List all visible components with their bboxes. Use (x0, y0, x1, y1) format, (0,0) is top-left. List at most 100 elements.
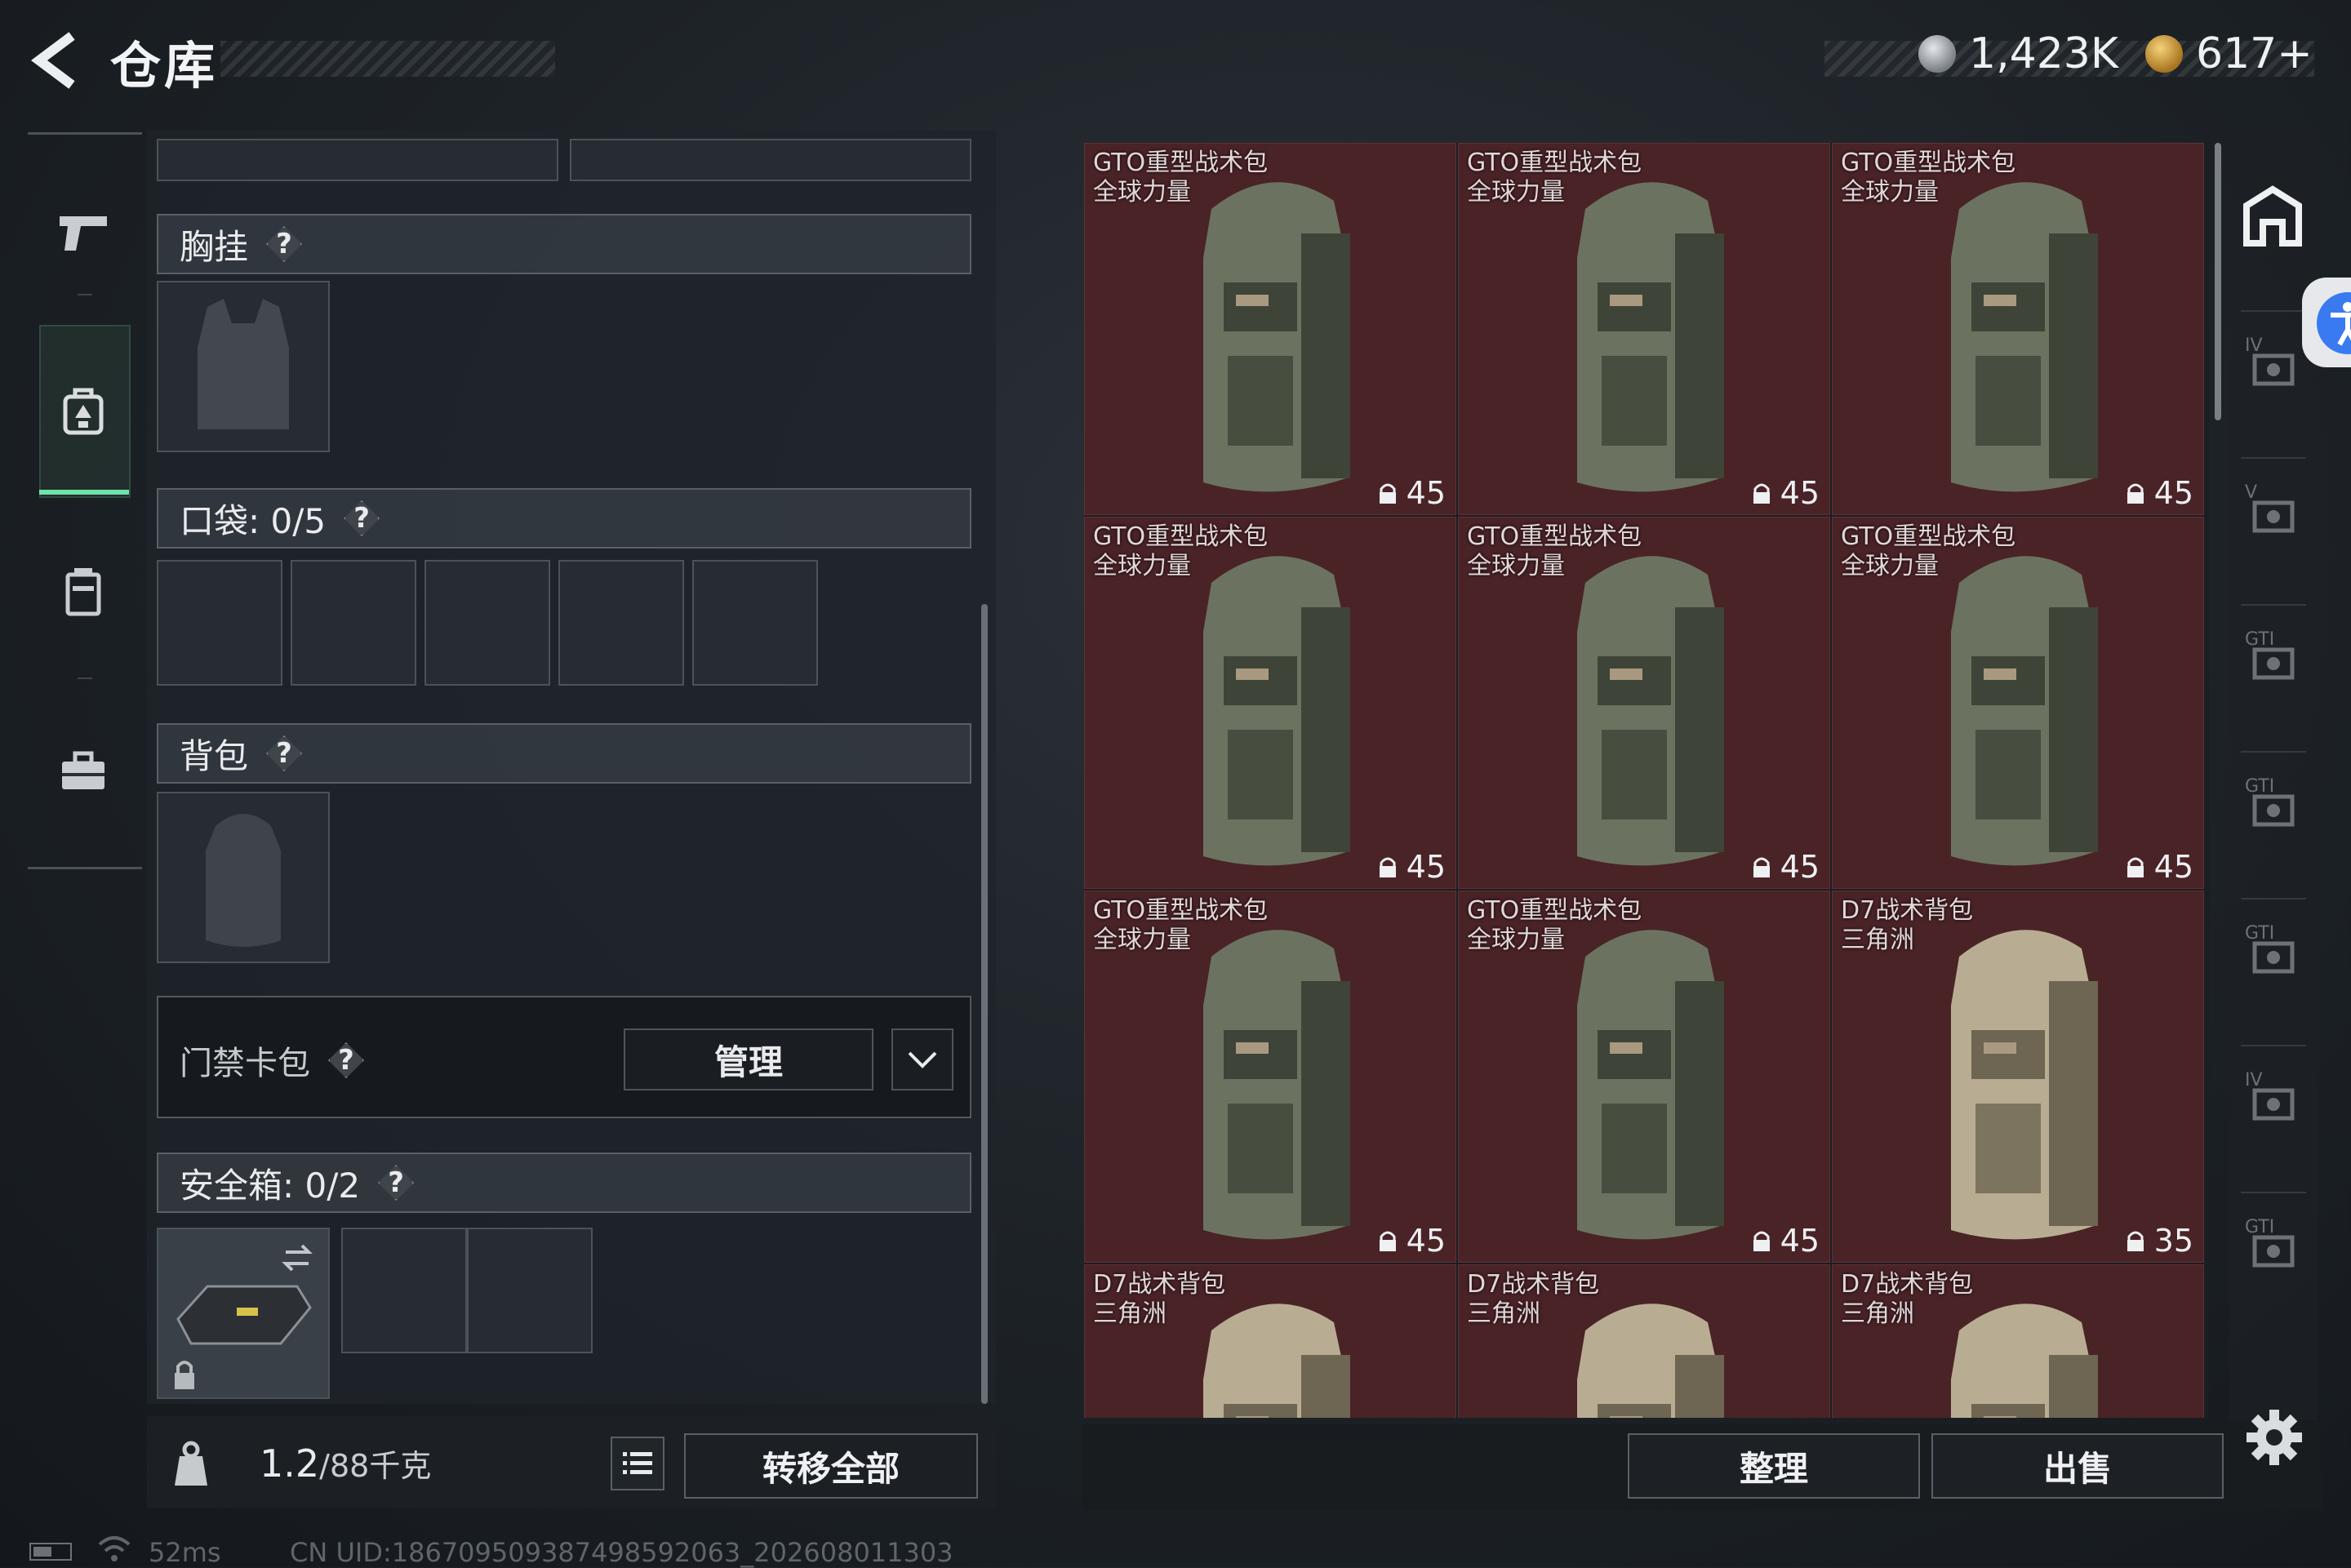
rail-home[interactable] (2237, 181, 2309, 255)
back-arrow-icon (31, 32, 75, 89)
wifi-icon (96, 1535, 132, 1564)
user-id: CN UID:1867095093874985920​63_2026080113… (290, 1537, 953, 1568)
safe-box-slot[interactable] (467, 1228, 593, 1353)
inventory-item[interactable]: D7战术背包 三角洲 (1832, 1264, 2204, 1418)
item-name: GTO重型战术包 (1841, 149, 2016, 177)
nav-item-weapons[interactable] (39, 188, 127, 278)
safe-box-header: 安全箱: 0/2 ? (157, 1153, 971, 1213)
title-decoration (220, 41, 555, 77)
capacity-icon (2127, 483, 2144, 504)
item-name: GTO重型战术包 (1467, 522, 1642, 551)
keycard-dropdown-button[interactable] (891, 1028, 953, 1090)
inventory-item[interactable]: GTO重型战术包 全球力量 45 (1084, 891, 1456, 1263)
transfer-all-button[interactable]: 转移全部 (684, 1433, 978, 1499)
page-title: 仓库 (110, 36, 219, 96)
sort-button[interactable]: 整理 (1628, 1433, 1920, 1499)
help-icon[interactable]: ? (266, 226, 303, 262)
nav-item-gear[interactable] (39, 366, 127, 455)
upper-slot[interactable] (570, 139, 971, 181)
nav-item-toolbox[interactable] (39, 726, 127, 816)
inventory-item[interactable]: GTO重型战术包 全球力量 45 (1832, 143, 2204, 515)
item-brand: 三角洲 (1467, 1299, 1540, 1328)
item-name: D7战术背包 (1467, 1270, 1600, 1299)
nav-active-indicator (39, 490, 129, 495)
inventory-item[interactable]: D7战术背包 三角洲 (1084, 1264, 1456, 1418)
backpack-item-image (1203, 556, 1350, 866)
pocket-slot[interactable] (157, 560, 282, 686)
pocket-slot[interactable] (424, 560, 550, 686)
rail-filter[interactable]: GTI (2237, 1208, 2309, 1281)
svg-text:IV: IV (2245, 1070, 2263, 1090)
sell-button[interactable]: 出售 (1931, 1433, 2224, 1499)
rail-filter[interactable]: GTI (2237, 767, 2309, 841)
item-capacity: 45 (1379, 1223, 1446, 1259)
rail-divider (2241, 604, 2306, 606)
inventory-item[interactable]: D7战术背包 三角洲 35 (1832, 891, 2204, 1263)
swap-icon (282, 1244, 313, 1272)
inventory-item[interactable]: GTO重型战术包 全球力量 45 (1084, 143, 1456, 515)
pistol-icon (60, 216, 107, 251)
rail-filter[interactable]: GTI (2237, 620, 2309, 694)
list-icon (623, 1452, 652, 1474)
inventory-grid[interactable]: GTO重型战术包 全球力量 45 GTO重型战术包 全球力量 45 GTO重型战术包 全球力量… (1084, 143, 2209, 1418)
weight-icon (163, 1437, 219, 1492)
rail-filter[interactable]: V (2237, 473, 2309, 547)
svg-text:V: V (2245, 482, 2257, 503)
pockets-header: 口袋: 0/5 ? (157, 488, 971, 549)
item-capacity: 45 (1379, 849, 1446, 885)
item-capacity: 45 (1753, 1223, 1820, 1259)
inventory-item[interactable]: GTO重型战术包 全球力量 45 (1458, 891, 1830, 1263)
inventory-item[interactable]: GTO重型战术包 全球力量 45 (1832, 517, 2204, 889)
pocket-slot[interactable] (291, 560, 416, 686)
keycard-pack-label: 门禁卡包 ? (180, 1037, 364, 1084)
inventory-item[interactable]: GTO重型战术包 全球力量 45 (1458, 517, 1830, 889)
back-button[interactable] (24, 24, 90, 98)
rail-filter[interactable]: IV (2237, 326, 2309, 400)
equipment-scrollbar[interactable] (981, 604, 988, 1404)
item-name: GTO重型战术包 (1093, 522, 1269, 551)
svg-text:GTI: GTI (2245, 629, 2274, 650)
help-icon[interactable]: ? (344, 500, 380, 536)
silver-coin-icon (1918, 35, 1956, 73)
capacity-icon (1753, 483, 1770, 504)
gold-currency[interactable]: 617+ (2145, 29, 2313, 78)
safe-box-slot[interactable] (341, 1228, 467, 1353)
help-icon[interactable]: ? (328, 1042, 364, 1078)
inventory-scrollbar[interactable] (2215, 143, 2221, 420)
rail-divider (2241, 1192, 2306, 1193)
home-icon (2243, 185, 2302, 247)
capacity-icon (1379, 483, 1396, 504)
upper-slot[interactable] (157, 139, 558, 181)
svg-text:IV: IV (2245, 335, 2263, 356)
nav-item-consumables[interactable] (39, 547, 127, 637)
help-icon[interactable]: ? (378, 1165, 415, 1201)
rail-divider (2241, 457, 2306, 459)
manage-button[interactable]: 管理 (624, 1028, 873, 1090)
svg-text:GTI: GTI (2245, 1217, 2274, 1237)
chevron-down-icon (908, 1051, 937, 1068)
rail-filter[interactable]: GTI (2237, 914, 2309, 988)
item-brand: 全球力量 (1467, 178, 1565, 207)
item-name: GTO重型战术包 (1093, 896, 1269, 925)
rail-filter[interactable]: IV (2237, 1061, 2309, 1135)
briefcase-icon (62, 751, 104, 789)
backpack-header: 背包 ? (157, 723, 971, 784)
backpack-icon (63, 388, 104, 435)
safe-box-slot[interactable] (157, 1228, 330, 1399)
list-view-button[interactable] (611, 1437, 664, 1490)
settings-button[interactable] (2245, 1408, 2304, 1467)
item-name: GTO重型战术包 (1841, 522, 2016, 551)
backpack-slot[interactable] (157, 792, 330, 963)
inventory-item[interactable]: GTO重型战术包 全球力量 45 (1458, 143, 1830, 515)
help-icon[interactable]: ? (266, 735, 303, 771)
item-brand: 全球力量 (1467, 926, 1565, 954)
backpack-item-image (1577, 930, 1724, 1240)
inventory-item[interactable]: GTO重型战术包 全球力量 45 (1084, 517, 1456, 889)
item-name: GTO重型战术包 (1467, 149, 1642, 177)
chest-rig-slot[interactable] (157, 281, 330, 452)
pocket-slot[interactable] (692, 560, 818, 686)
item-brand: 全球力量 (1093, 926, 1191, 954)
pocket-slot[interactable] (558, 560, 684, 686)
inventory-item[interactable]: D7战术背包 三角洲 (1458, 1264, 1830, 1418)
canister-icon (65, 568, 101, 616)
